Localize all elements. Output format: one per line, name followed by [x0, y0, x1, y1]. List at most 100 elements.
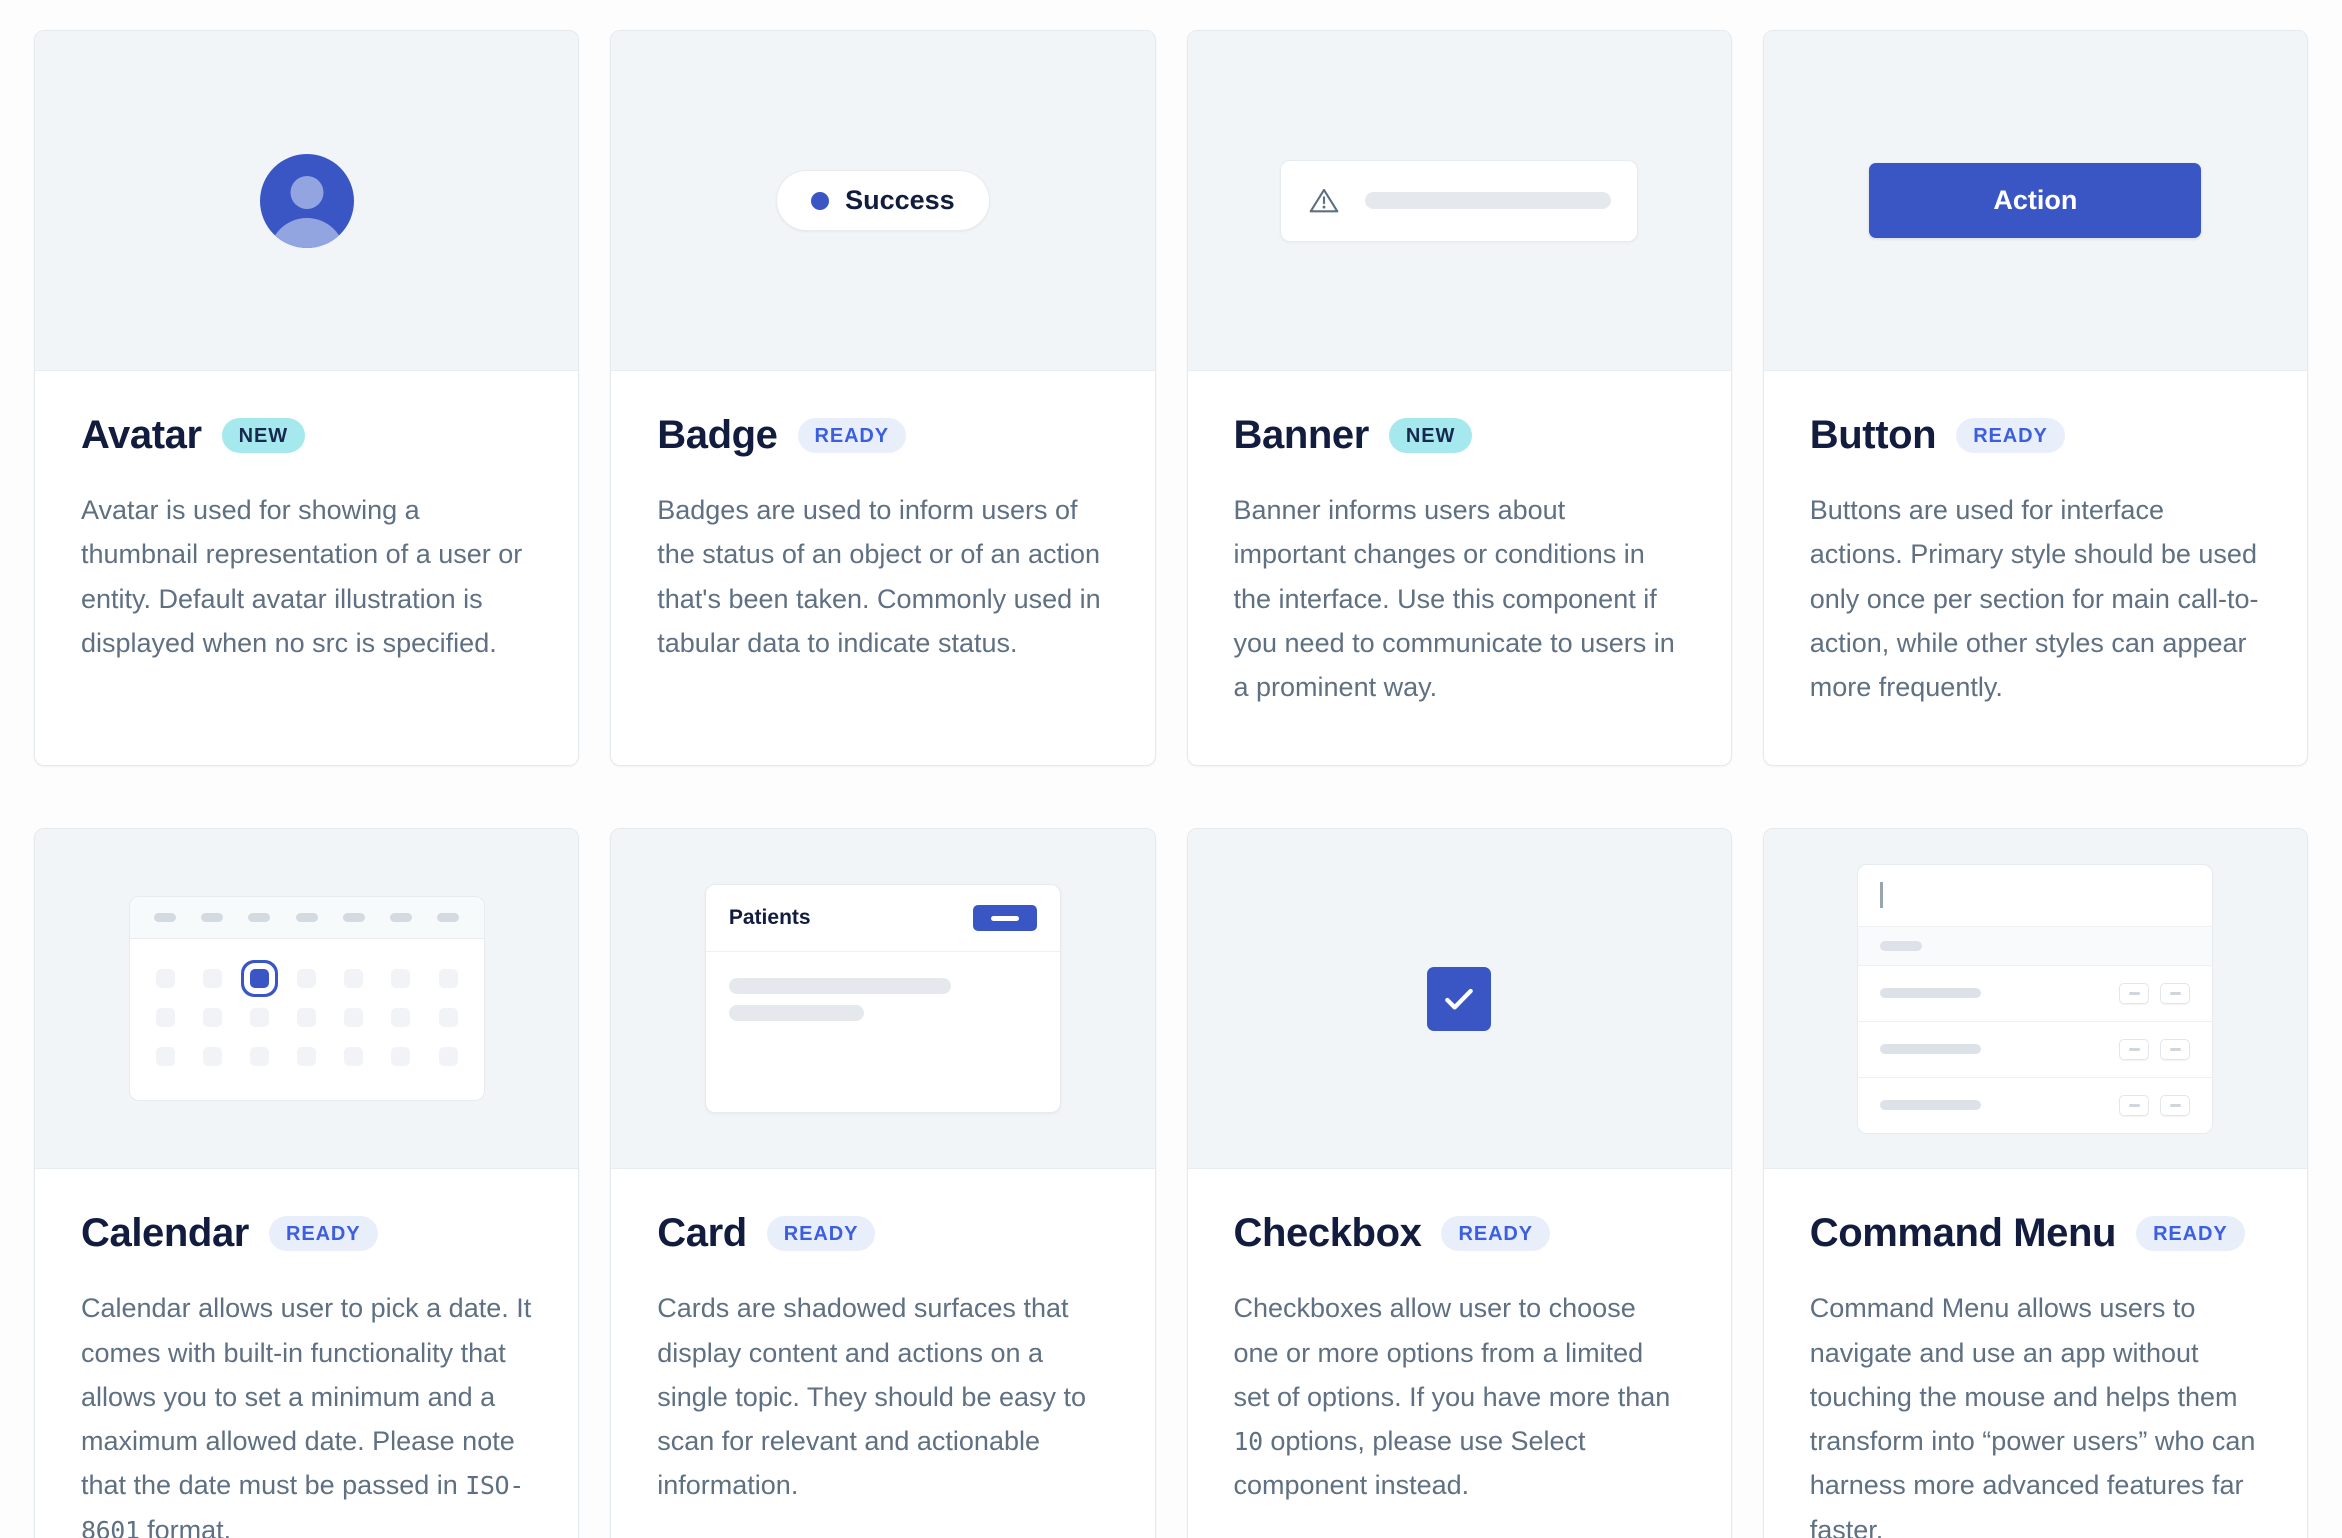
status-badge: READY — [268, 1216, 378, 1252]
card-body: Avatar NEW Avatar is used for showing a … — [35, 371, 578, 765]
calendar-day[interactable] — [297, 1047, 317, 1067]
badge-preview: Success — [611, 31, 1155, 371]
calendar-day[interactable] — [391, 1047, 411, 1067]
item-label-placeholder — [1880, 1100, 1982, 1111]
card-title-row: Badge READY — [657, 413, 1108, 458]
component-card-banner[interactable]: Banner NEW Banner informs users about im… — [1186, 30, 1732, 767]
calendar-day[interactable] — [155, 1008, 175, 1028]
weekday-label — [154, 913, 177, 923]
calendar-weekday-header — [129, 897, 484, 940]
banner-preview — [1187, 31, 1731, 371]
calendar-day-selected[interactable] — [249, 969, 269, 989]
card-body: Calendar READY Calendar allows user to p… — [35, 1169, 578, 1538]
calendar-day[interactable] — [438, 1047, 458, 1067]
calendar-preview — [35, 829, 579, 1170]
key-chip-icon — [2160, 1038, 2191, 1060]
card-title-row: Avatar NEW — [81, 413, 532, 458]
card-title-row: Banner NEW — [1234, 413, 1685, 458]
key-chip-icon — [2119, 1094, 2150, 1116]
card-title-row: Button READY — [1810, 413, 2261, 458]
component-card-calendar[interactable]: Calendar READY Calendar allows user to p… — [34, 828, 580, 1538]
component-card-command-menu[interactable]: Command Menu READY Command Menu allows u… — [1762, 828, 2308, 1538]
placeholder-line — [728, 978, 951, 995]
calendar-day-grid — [130, 939, 484, 1100]
component-card-button[interactable]: Action Button READY Buttons are used for… — [1762, 30, 2308, 767]
status-badge: READY — [2136, 1216, 2245, 1252]
component-card-avatar[interactable]: Avatar NEW Avatar is used for showing a … — [34, 30, 580, 767]
calendar-day[interactable] — [344, 1008, 364, 1028]
command-menu-search-input[interactable] — [1858, 865, 2213, 927]
card-title: Calendar — [81, 1211, 249, 1256]
item-label-placeholder — [1880, 988, 1982, 999]
action-button[interactable]: Action — [1869, 163, 2202, 238]
card-description: Checkboxes allow user to choose one or m… — [1233, 1293, 1671, 1501]
component-card-card[interactable]: Patients Card READY Cards are shadowed s… — [610, 828, 1156, 1538]
calendar-day[interactable] — [391, 1008, 411, 1028]
status-dot-icon — [811, 191, 830, 210]
weekday-label — [389, 913, 412, 923]
status-badge: READY — [1441, 1216, 1550, 1252]
button-preview: Action — [1763, 31, 2307, 371]
calendar-day[interactable] — [155, 1047, 175, 1067]
card-body: Checkbox READY Checkboxes allow user to … — [1188, 1169, 1731, 1538]
section-label-placeholder — [1880, 940, 1923, 951]
card-title: Avatar — [81, 413, 202, 457]
calendar-widget — [128, 896, 485, 1102]
card-title-row: Checkbox READY — [1234, 1211, 1685, 1256]
mini-card-action-button[interactable] — [972, 905, 1037, 932]
badge-pill: Success — [776, 170, 990, 231]
card-description: Command Menu allows users to navigate an… — [1809, 1293, 2256, 1538]
shortcut-keys — [2119, 982, 2191, 1004]
calendar-day[interactable] — [297, 969, 317, 989]
component-card-badge[interactable]: Success Badge READY Badges are used to i… — [610, 30, 1156, 767]
key-chip-icon — [2119, 1038, 2150, 1060]
mini-card: Patients — [704, 884, 1061, 1114]
check-icon — [1445, 988, 1473, 1010]
checkbox-checked[interactable] — [1427, 966, 1492, 1031]
calendar-day[interactable] — [155, 969, 175, 989]
calendar-day[interactable] — [202, 1047, 222, 1067]
card-body: Card READY Cards are shadowed surfaces t… — [611, 1169, 1154, 1538]
key-chip-icon — [2160, 982, 2191, 1004]
card-body: Badge READY Badges are used to inform us… — [611, 371, 1154, 765]
card-description: Banner informs users about important cha… — [1233, 495, 1675, 703]
calendar-day[interactable] — [438, 969, 458, 989]
command-menu-item[interactable] — [1858, 1078, 2212, 1133]
card-title-row: Command Menu READY — [1810, 1211, 2261, 1256]
status-badge: NEW — [221, 418, 306, 453]
mini-card-header: Patients — [705, 885, 1060, 953]
calendar-day[interactable] — [438, 1008, 458, 1028]
card-description: Avatar is used for showing a thumbnail r… — [81, 495, 523, 658]
calendar-day[interactable] — [202, 1008, 222, 1028]
card-title: Button — [1809, 413, 1937, 457]
calendar-day[interactable] — [202, 969, 222, 989]
placeholder-line — [728, 1005, 865, 1022]
calendar-day[interactable] — [344, 1047, 364, 1067]
avatar-body-shape — [268, 217, 345, 248]
calendar-day[interactable] — [297, 1008, 317, 1028]
badge-pill-label: Success — [845, 185, 955, 215]
card-description: Badges are used to inform users of the s… — [657, 495, 1101, 658]
card-title: Card — [657, 1211, 747, 1256]
calendar-day[interactable] — [391, 969, 411, 989]
card-body: Button READY Buttons are used for interf… — [1764, 371, 2307, 765]
calendar-day[interactable] — [344, 969, 364, 989]
command-menu-preview — [1763, 829, 2307, 1170]
card-title-row: Card READY — [657, 1211, 1108, 1256]
dash-icon — [990, 915, 1019, 921]
banner-box — [1280, 159, 1639, 242]
status-badge: READY — [797, 418, 907, 453]
calendar-day[interactable] — [249, 1047, 269, 1067]
warning-triangle-icon — [1309, 188, 1339, 212]
avatar-head-shape — [290, 175, 324, 209]
component-card-checkbox[interactable]: Checkbox READY Checkboxes allow user to … — [1186, 828, 1732, 1538]
mini-card-body — [706, 952, 1060, 1112]
text-caret-icon — [1880, 882, 1884, 909]
command-menu-item[interactable] — [1858, 966, 2213, 1022]
card-title-row: Calendar READY — [81, 1211, 532, 1256]
command-menu-section-header — [1858, 926, 2213, 966]
command-menu-item[interactable] — [1858, 1022, 2213, 1078]
calendar-day[interactable] — [249, 1008, 269, 1028]
card-body: Banner NEW Banner informs users about im… — [1188, 371, 1731, 765]
shortcut-keys — [2119, 1094, 2191, 1116]
